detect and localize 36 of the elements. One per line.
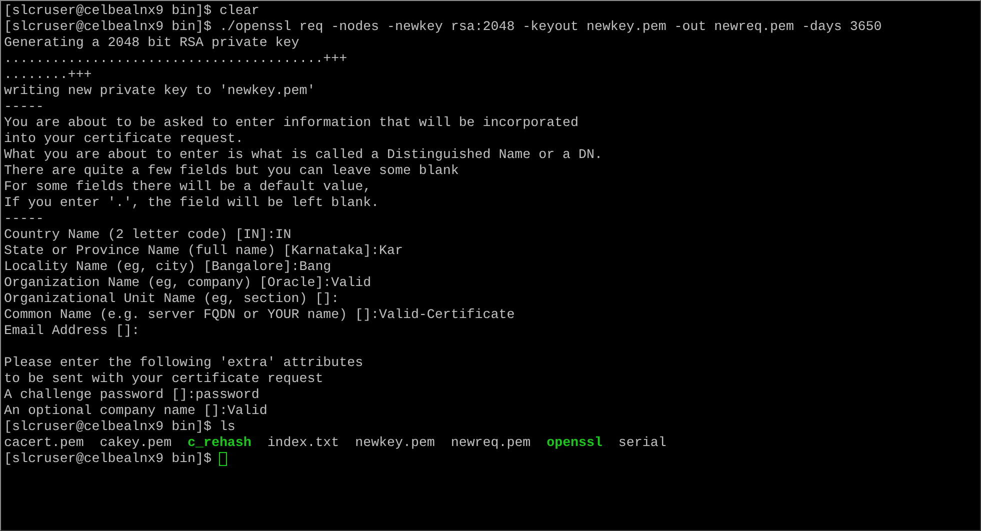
terminal-line: Locality Name (eg, city) [Bangalore]:Bang	[4, 259, 332, 275]
shell-prompt: [slcruser@celbealnx9 bin]$	[4, 451, 212, 467]
terminal-line: For some fields there will be a default value,	[4, 179, 372, 195]
terminal-line: into your certificate request.	[4, 131, 244, 147]
file-name: cakey.pem	[100, 435, 172, 451]
terminal-line: State or Province Name (full name) [Karnataka]:Kar	[4, 243, 404, 259]
file-name: cacert.pem	[4, 435, 84, 451]
terminal-line: writing new private key to 'newkey.pem'	[4, 83, 316, 99]
terminal-line: ........+++	[4, 67, 93, 83]
text-cursor	[219, 452, 228, 466]
terminal-line: An optional company name []:Valid	[4, 403, 268, 419]
terminal-line: [slcruser@celbealnx9 bin]$ clear	[4, 3, 260, 19]
file-name: c_rehash	[188, 435, 252, 451]
terminal-line: You are about to be asked to enter information that will be incorporated	[4, 115, 580, 131]
file-name: newreq.pem	[450, 435, 531, 451]
terminal-line: Common Name (e.g. server FQDN or YOUR name) []:Valid-Certificate	[4, 307, 516, 323]
file-name: openssl	[546, 435, 602, 451]
terminal-line: -----	[4, 211, 45, 227]
terminal-line: Organization Name (eg, company) [Oracle]:Valid	[4, 275, 372, 291]
terminal-line: ........................................+++	[4, 51, 348, 67]
terminal-line: [slcruser@celbealnx9 bin]$ ./openssl req -nodes -newkey rsa:2048 -keyout newkey.pem -out newreq.pem -days 3650	[4, 19, 883, 35]
terminal-line: Email Address []:	[4, 323, 141, 339]
terminal-line: [slcruser@celbealnx9 bin]$ ls	[4, 419, 236, 435]
terminal-line: Organizational Unit Name (eg, section) []:	[4, 291, 340, 307]
file-name: serial	[618, 435, 666, 451]
terminal-line: Country Name (2 letter code) [IN]:IN	[4, 227, 292, 243]
terminal-line: What you are about to enter is what is called a Distinguished Name or a DN.	[4, 147, 604, 163]
terminal-line: There are quite a few fields but you can leave some blank	[4, 163, 460, 179]
file-name: newkey.pem	[355, 435, 435, 451]
terminal-line: Please enter the following 'extra' attributes	[4, 355, 364, 371]
terminal-line: Generating a 2048 bit RSA private key	[4, 35, 300, 51]
file-name: index.txt	[267, 435, 340, 451]
terminal-line: to be sent with your certificate request	[4, 371, 324, 387]
terminal-line: If you enter '.', the field will be left blank.	[4, 195, 380, 211]
terminal-line: A challenge password []:password	[4, 387, 260, 403]
terminal-line: -----	[4, 99, 45, 115]
